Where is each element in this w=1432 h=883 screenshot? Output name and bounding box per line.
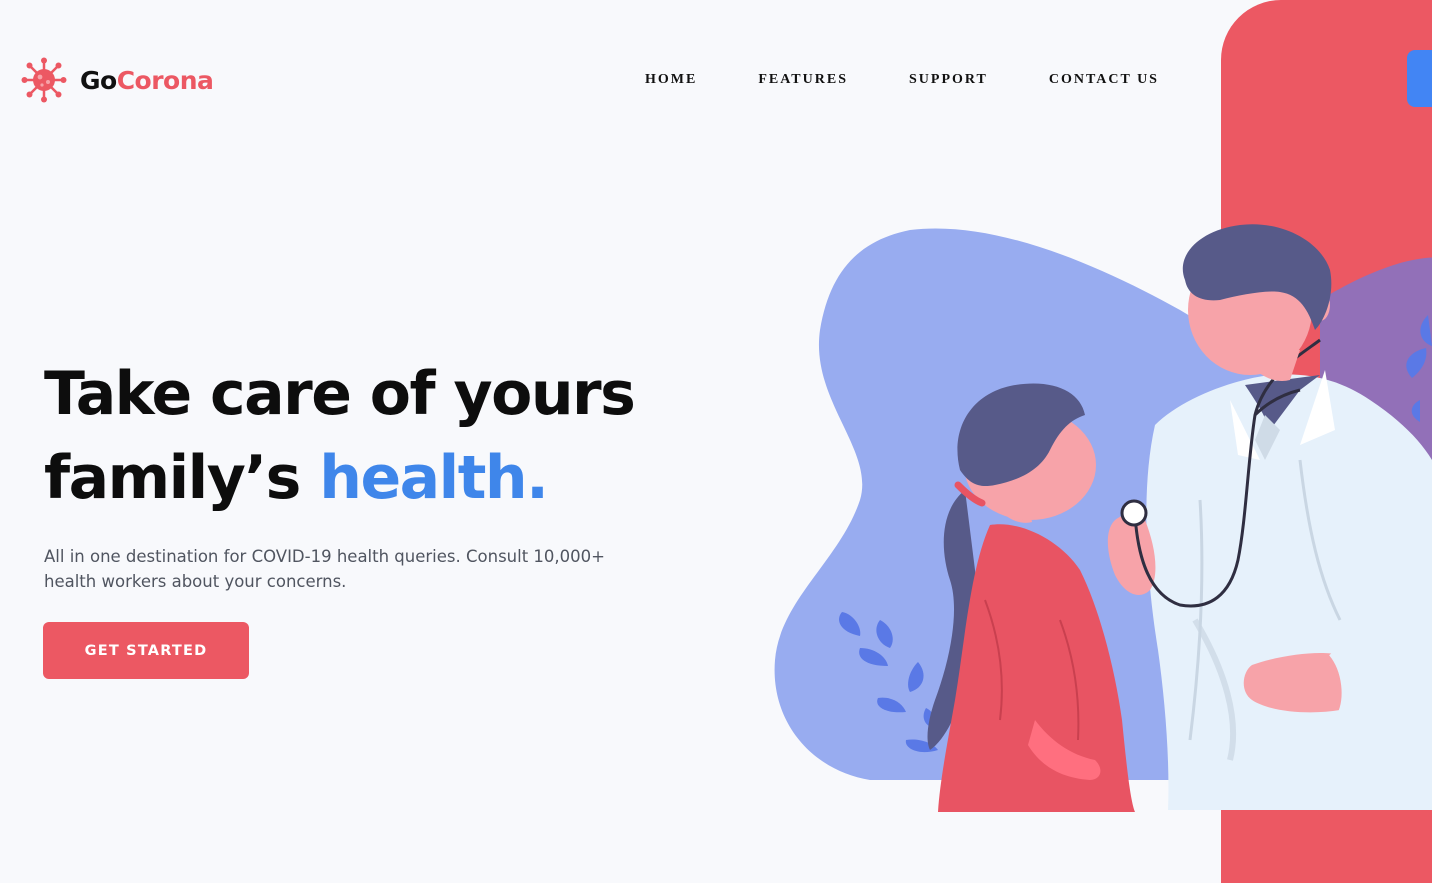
hero-subtitle: All in one destination for COVID-19 heal… [44, 547, 605, 591]
hero-title-accent: health. [319, 443, 549, 513]
brand-name-prefix: Go [80, 65, 117, 95]
get-started-button[interactable]: GET STARTED [43, 622, 249, 679]
hero-title-line2-prefix: family’s [44, 443, 320, 513]
nav-home-link[interactable]: HOME [645, 70, 697, 90]
landing-page: GoCorona HOME FEATURES SUPPORT CONTACT U… [0, 0, 1432, 883]
nav-features-link[interactable]: FEATURES [758, 70, 848, 90]
nav-support-link[interactable]: SUPPORT [909, 70, 988, 90]
doctor-examining-girl-illustration [760, 200, 1432, 820]
brand-name-suffix: Corona [116, 65, 214, 95]
main-nav: HOME FEATURES SUPPORT CONTACT US [645, 70, 1159, 90]
hero-section: Take care of yours family’s health. All … [44, 352, 684, 594]
virus-icon [21, 57, 67, 103]
header-action-button[interactable] [1407, 50, 1432, 107]
doctor-coat [1146, 374, 1432, 810]
stethoscope-chestpiece [1120, 499, 1148, 527]
nav-contact-link[interactable]: CONTACT US [1049, 70, 1159, 90]
brand-logo[interactable]: GoCorona [20, 56, 214, 104]
hero-title: Take care of yours family’s health. [44, 352, 684, 520]
brand-name: GoCorona [80, 65, 214, 95]
hero-title-line1: Take care of yours [44, 359, 636, 429]
